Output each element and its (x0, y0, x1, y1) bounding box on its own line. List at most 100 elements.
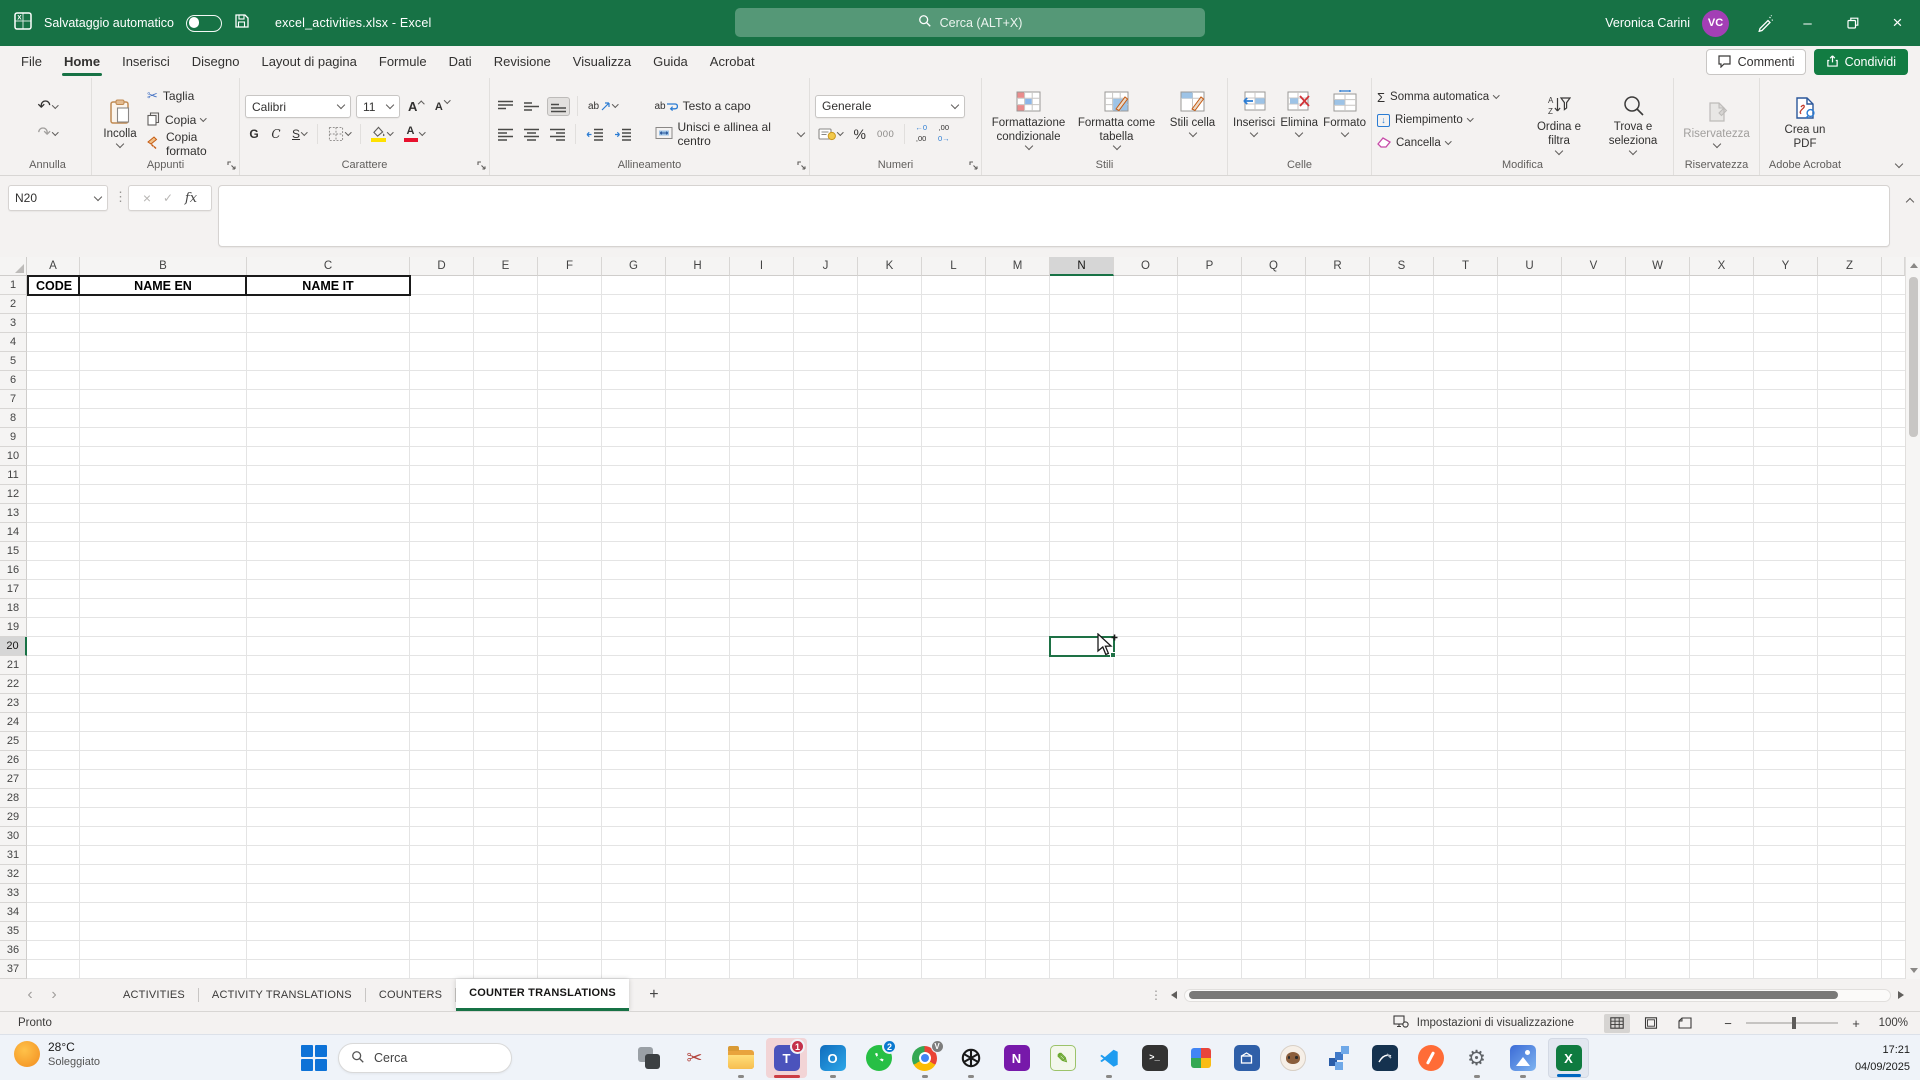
taskbar-clock[interactable]: 17:21 04/09/2025 (1855, 1042, 1910, 1075)
redo-button[interactable]: ↷ (35, 124, 61, 144)
cell-styles-button[interactable]: Stili cella (1164, 82, 1222, 137)
italic-button[interactable]: C (268, 125, 284, 143)
row-header-21[interactable]: 21 (0, 656, 27, 675)
row-header-16[interactable]: 16 (0, 561, 27, 580)
fill-color-button[interactable] (368, 124, 396, 144)
avatar[interactable]: VC (1702, 9, 1729, 37)
column-header-H[interactable]: H (666, 257, 730, 276)
vertical-scrollbar[interactable] (1905, 257, 1920, 979)
row-header-35[interactable]: 35 (0, 922, 27, 941)
zoom-slider[interactable] (1746, 1017, 1838, 1029)
row-header-24[interactable]: 24 (0, 713, 27, 732)
column-header-T[interactable]: T (1434, 257, 1498, 276)
zoom-in-button[interactable]: + (1850, 1016, 1862, 1031)
paste-button[interactable]: Incolla (97, 93, 143, 149)
name-box[interactable]: N20 (8, 185, 108, 211)
row-header-18[interactable]: 18 (0, 599, 27, 618)
autosum-button[interactable]: Σ Somma automatica (1377, 87, 1500, 107)
taskbar-app-snipping-tool[interactable]: ✂ (674, 1038, 715, 1078)
sheet-tab-counter-translations[interactable]: COUNTER TRANSLATIONS (456, 979, 629, 1011)
fill-handle[interactable] (1110, 652, 1116, 658)
zoom-out-button[interactable]: − (1722, 1016, 1734, 1031)
row-header-37[interactable]: 37 (0, 960, 27, 979)
taskbar-app-devtoys[interactable] (1180, 1038, 1221, 1078)
prev-sheet-button[interactable]: ‹ (18, 986, 42, 1004)
taskbar-app-whatsapp[interactable]: 2 (858, 1038, 899, 1078)
formula-bar-collapse-icon[interactable] (1905, 197, 1915, 207)
sensitivity-button[interactable]: Riservatezza (1679, 93, 1754, 149)
column-header-Y[interactable]: Y (1754, 257, 1818, 276)
row-header-36[interactable]: 36 (0, 941, 27, 960)
column-header-N[interactable]: N (1050, 257, 1114, 276)
horizontal-scrollbar[interactable] (1184, 988, 1891, 1002)
align-center-button[interactable] (521, 126, 542, 143)
taskbar-search[interactable]: Cerca (338, 1043, 512, 1073)
column-header-G[interactable]: G (602, 257, 666, 276)
row-header-13[interactable]: 13 (0, 504, 27, 523)
taskbar-app-postman[interactable] (1410, 1038, 1451, 1078)
zoom-slider-thumb[interactable] (1792, 1017, 1796, 1029)
column-header-M[interactable]: M (986, 257, 1050, 276)
decrease-decimal-button[interactable]: ,00 0→ (935, 122, 953, 145)
row-header-25[interactable]: 25 (0, 732, 27, 751)
row-header-26[interactable]: 26 (0, 751, 27, 770)
font-size-select[interactable]: 11 (356, 95, 400, 118)
column-header-F[interactable]: F (538, 257, 602, 276)
cell-A1[interactable]: CODE (27, 275, 81, 296)
row-header-15[interactable]: 15 (0, 542, 27, 561)
row-header-19[interactable]: 19 (0, 618, 27, 637)
column-header-W[interactable]: W (1626, 257, 1690, 276)
taskbar-app-file-explorer[interactable] (720, 1038, 761, 1078)
normal-view-button[interactable] (1604, 1013, 1630, 1033)
decrease-indent-button[interactable] (583, 126, 606, 143)
conditional-formatting-button[interactable]: Formattazione condizionale (988, 82, 1070, 151)
number-format-select[interactable]: Generale (815, 94, 965, 118)
sheetbar-splitter[interactable]: ⋮ (1150, 988, 1162, 1002)
menu-tab-revisione[interactable]: Revisione (483, 46, 562, 78)
row-header-10[interactable]: 10 (0, 447, 27, 466)
sheet-tab-counters[interactable]: COUNTERS (366, 979, 455, 1011)
comments-button[interactable]: Commenti (1705, 49, 1806, 75)
sort-filter-button[interactable]: AZ Ordina e filtra (1528, 86, 1590, 155)
page-break-view-button[interactable] (1672, 1014, 1698, 1033)
row-header-5[interactable]: 5 (0, 352, 27, 371)
row-header-8[interactable]: 8 (0, 409, 27, 428)
taskbar-app-onenote[interactable]: N (996, 1038, 1037, 1078)
next-sheet-button[interactable]: › (42, 986, 66, 1004)
column-header-J[interactable]: J (794, 257, 858, 276)
column-header-O[interactable]: O (1114, 257, 1178, 276)
hscroll-right-icon[interactable] (1898, 991, 1904, 999)
row-header-20[interactable]: 20 (0, 637, 27, 656)
taskbar-app-chatgpt[interactable] (950, 1038, 991, 1078)
comma-style-button[interactable]: 000 (874, 127, 897, 142)
increase-indent-button[interactable] (611, 126, 634, 143)
align-middle-button[interactable] (521, 98, 542, 115)
row-header-7[interactable]: 7 (0, 390, 27, 409)
row-header-29[interactable]: 29 (0, 808, 27, 827)
save-icon[interactable] (234, 13, 249, 33)
row-header-2[interactable]: 2 (0, 295, 27, 314)
menu-tab-formule[interactable]: Formule (368, 46, 438, 78)
column-header-B[interactable]: B (80, 257, 247, 276)
scroll-down-icon[interactable] (1909, 968, 1918, 973)
formula-input[interactable] (218, 185, 1890, 247)
zoom-level[interactable]: 100% (1870, 1017, 1908, 1029)
formula-bar-splitter[interactable]: ⋮ (114, 189, 127, 205)
taskbar-app-teams[interactable]: T1 (766, 1038, 807, 1078)
taskbar-app-settings[interactable]: ⚙ (1456, 1038, 1497, 1078)
menu-tab-guida[interactable]: Guida (642, 46, 699, 78)
sheet-tab-activities[interactable]: ACTIVITIES (110, 979, 198, 1011)
grid-canvas[interactable]: CODE NAME EN NAME IT (27, 275, 1905, 979)
increase-decimal-button[interactable]: ←0,00 (912, 122, 930, 145)
column-header-Z[interactable]: Z (1818, 257, 1882, 276)
column-header-P[interactable]: P (1178, 257, 1242, 276)
column-header-X[interactable]: X (1690, 257, 1754, 276)
weather-widget[interactable]: 28°C Soleggiato (14, 1040, 100, 1069)
row-header-33[interactable]: 33 (0, 884, 27, 903)
taskbar-app-dev-home[interactable] (1318, 1038, 1359, 1078)
clear-button[interactable]: Cancella (1377, 133, 1452, 153)
bold-button[interactable]: G (245, 125, 263, 143)
hscroll-left-icon[interactable] (1171, 991, 1177, 999)
column-header-K[interactable]: K (858, 257, 922, 276)
row-header-9[interactable]: 9 (0, 428, 27, 447)
